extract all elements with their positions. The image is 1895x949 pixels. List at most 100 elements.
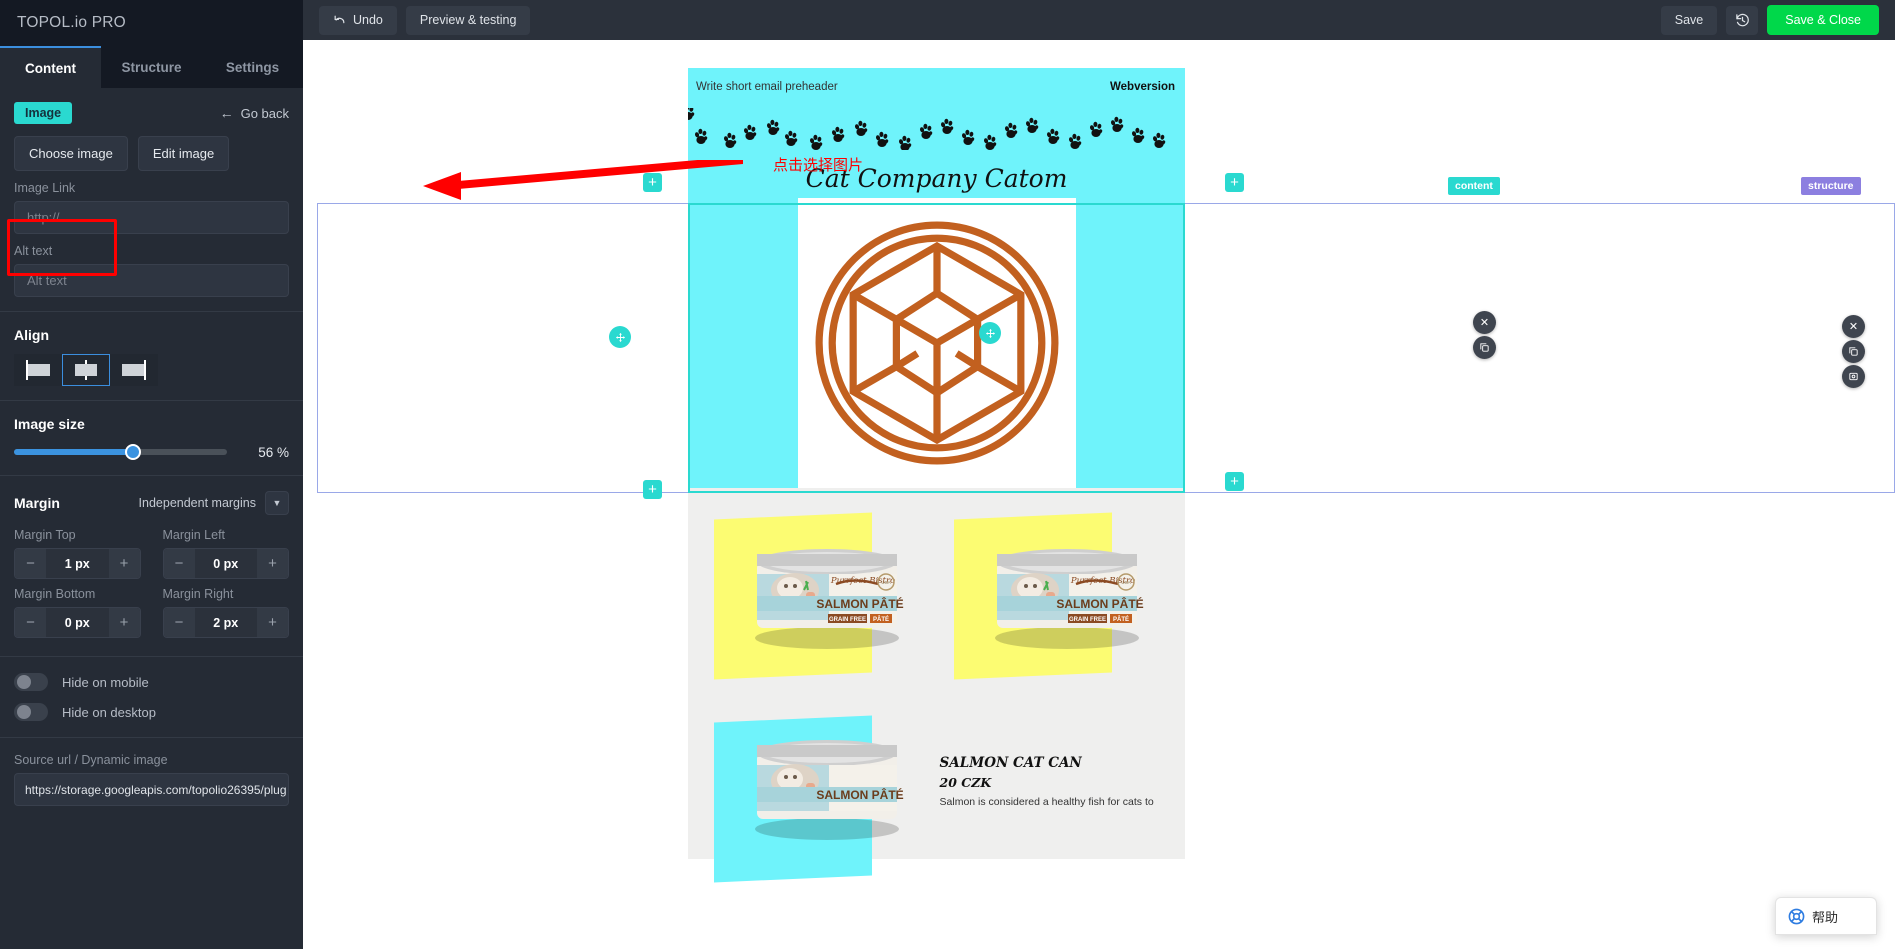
margin-top-increment[interactable]: + [108,549,140,578]
duplicate-icon-2 [1849,347,1858,356]
image-size-value: 56 % [258,444,289,460]
edit-image-button[interactable]: Edit image [137,136,230,171]
product-row: Purrfect Bistro SALMON PÂTÉ GRAIN FREE P… [688,498,1185,699]
content-duplicate-button[interactable] [1473,336,1496,359]
help-widget-button[interactable]: 帮助 [1775,897,1877,935]
settings-icon [1849,372,1858,381]
email-products-block[interactable]: Purrfect Bistro SALMON PÂTÉ GRAIN FREE P… [688,488,1185,883]
align-right-button[interactable] [110,354,158,386]
structure-duplicate-button[interactable] [1842,340,1865,363]
structure-delete-button[interactable]: ✕ [1842,315,1865,338]
product-cell-right[interactable]: Purrfect Bistro SALMON PÂTÉ GRAIN FREE P… [942,506,1172,691]
cat-company-logo-icon [814,221,1059,465]
product-cell-left[interactable]: Purrfect Bistro SALMON PÂTÉ GRAIN FREE P… [702,506,932,691]
version-history-button[interactable] [1726,5,1759,35]
margin-bottom-label: Margin Bottom [14,587,96,601]
add-structure-below-button[interactable]: + [643,480,662,499]
margin-header: Margin Independent margins ▼ [0,476,303,515]
alt-text-input[interactable] [14,264,289,297]
source-url-label: Source url / Dynamic image [14,753,168,767]
lifebuoy-icon [1788,908,1805,924]
can-image-bottom: SALMON PÂTÉ [740,729,915,841]
svg-text:USA: USA [881,580,890,585]
svg-text:PÂTÉ: PÂTÉ [1112,615,1128,623]
preview-testing-button[interactable]: Preview & testing [405,5,531,35]
email-preheader-text[interactable]: Write short email preheader [696,81,838,93]
paw-prints-icon [688,108,1166,150]
help-widget-label: 帮助 [1812,909,1839,925]
can-image-left: Purrfect Bistro SALMON PÂTÉ GRAIN FREE P… [740,538,915,650]
go-back-label: Go back [240,105,289,121]
email-title-text[interactable]: Cat Company Catom [688,166,1185,198]
svg-text:SALMON PÂTÉ: SALMON PÂTÉ [1056,596,1143,611]
source-url-group: Source url / Dynamic image https://stora… [0,738,303,806]
add-structure-above-button[interactable]: + [643,173,662,192]
editor-main: Undo Preview & testing Save Save & Close… [303,0,1895,949]
image-link-group: Image Link [0,171,303,234]
undo-label: Undo [353,13,383,27]
margin-bottom-value[interactable]: 0 px [46,608,109,637]
product-title: SALMON CAT CAN [939,755,1082,771]
choose-image-button[interactable]: Choose image [14,136,128,171]
independent-margins-control: Independent margins ▼ [139,491,289,515]
margin-top-stepper: − 1 px + [14,548,141,579]
product-cell-bottom[interactable]: SALMON PÂTÉ [702,709,932,883]
properties-sidebar: TOPOL.io PRO Content Structure Settings … [0,0,303,949]
undo-icon [334,15,345,23]
email-header-block[interactable]: Write short email preheader Webversion [688,68,1185,168]
image-link-input[interactable] [14,201,289,234]
hide-on-desktop-toggle[interactable] [14,703,48,721]
topol-editor-app: TOPOL.io PRO Content Structure Settings … [0,0,1895,949]
save-button[interactable]: Save [1660,5,1718,35]
margin-right-increment[interactable]: + [257,608,288,637]
slider-knob[interactable] [125,444,142,460]
structure-settings-button[interactable] [1842,365,1865,388]
hide-on-mobile-label: Hide on mobile [62,674,149,690]
tab-content[interactable]: Content [0,46,101,88]
align-center-button[interactable] [62,354,110,386]
sidebar-tabs: Content Structure Settings [0,46,303,88]
salmon-can-icon-2: Purrfect Bistro SALMON PÂTÉ GRAIN FREE P… [994,549,1143,649]
save-and-close-button[interactable]: Save & Close [1767,5,1879,35]
structure-tag-badge: structure [1801,177,1861,195]
margin-right-value[interactable]: 2 px [194,608,257,637]
svg-text:GRAIN FREE: GRAIN FREE [1068,617,1105,623]
alt-text-label: Alt text [14,244,53,258]
margin-right-decrement[interactable]: − [163,608,195,637]
structure-drag-handle[interactable] [609,326,631,348]
image-link-label: Image Link [14,181,76,195]
margin-left-increment[interactable]: + [257,549,288,578]
email-logo-block[interactable] [688,198,1185,488]
margin-top-decrement[interactable]: − [15,549,46,578]
salmon-can-icon: Purrfect Bistro SALMON PÂTÉ GRAIN FREE P… [755,549,904,649]
content-delete-button[interactable]: ✕ [1473,311,1496,334]
margin-right-stepper: − 2 px + [162,607,289,638]
image-size-slider[interactable] [14,443,227,461]
margin-bottom-decrement[interactable]: − [15,608,46,637]
block-type-chip: Image [14,102,73,124]
align-button-group [0,354,303,386]
go-back-button[interactable]: ← Go back [220,105,289,121]
content-drag-handle[interactable] [979,322,1001,344]
margin-bottom-increment[interactable]: + [108,608,140,637]
margin-left-decrement[interactable]: − [163,549,195,578]
hide-mobile-row: Hide on mobile [0,657,303,691]
tab-settings[interactable]: Settings [202,46,303,88]
paw-print-strip [688,108,1185,150]
annotation-text: 点击选择图片 [773,156,864,174]
undo-button[interactable]: Undo [319,5,397,35]
align-left-button[interactable] [14,354,62,386]
product-text-block[interactable]: SALMON CAT CAN 20 CZK Salmon is consider… [940,709,1171,839]
margin-top-value[interactable]: 1 px [46,549,109,578]
margin-left-value[interactable]: 0 px [194,549,257,578]
source-url-input[interactable]: https://storage.googleapis.com/topolio26… [14,773,289,806]
add-content-above-button[interactable]: + [1225,173,1244,192]
email-webversion-link[interactable]: Webversion [1110,81,1175,93]
toolbar-left-group: Undo Preview & testing [319,5,531,35]
email-preview: Write short email preheader Webversion C… [688,68,1185,883]
chevron-down-icon[interactable]: ▼ [265,491,289,515]
history-icon [1736,13,1749,26]
add-content-below-button[interactable]: + [1225,472,1244,491]
tab-structure[interactable]: Structure [101,46,202,88]
hide-on-mobile-toggle[interactable] [14,673,48,691]
